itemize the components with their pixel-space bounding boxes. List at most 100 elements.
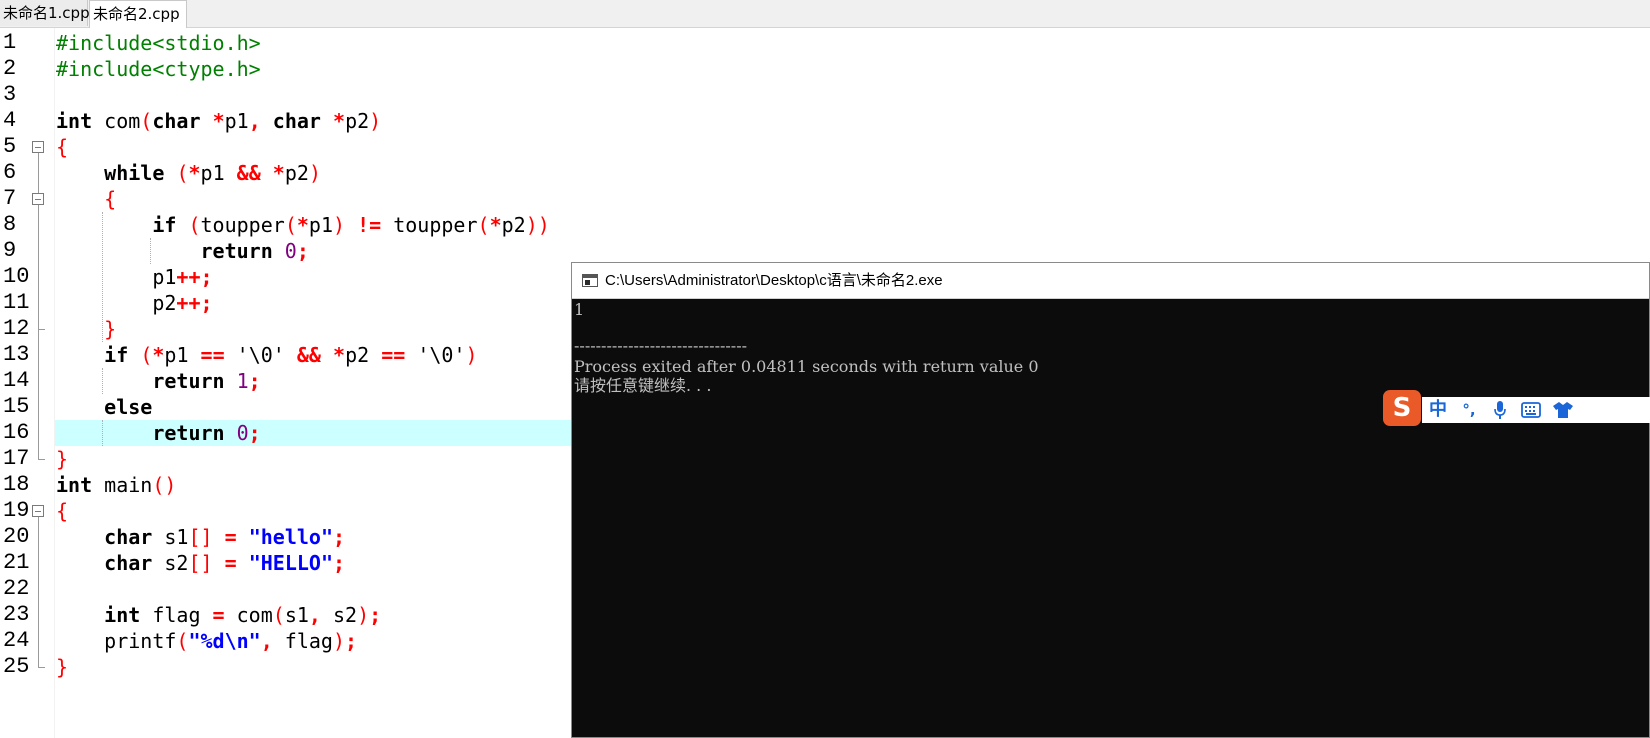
code-token: #include<stdio.h> <box>56 31 261 55</box>
console-app-icon <box>582 274 598 287</box>
sogou-logo-icon[interactable]: S <box>1383 390 1421 426</box>
code-token: ++; <box>176 265 213 289</box>
code-token: { <box>104 187 117 211</box>
code-token: '\0' <box>236 343 285 367</box>
code-token: #include<ctype.h> <box>56 57 261 81</box>
code-token: ( <box>176 629 189 653</box>
code-token: p2 <box>345 109 370 133</box>
code-line: printf("%d\n", flag); <box>56 628 357 654</box>
code-token: () <box>152 473 177 497</box>
code-token: p1 <box>200 161 237 185</box>
code-line: } <box>56 316 116 342</box>
console-exit-message: Process exited after 0.04811 seconds wit… <box>574 357 1039 376</box>
fold-end-marker <box>38 459 45 460</box>
code-token: ; <box>333 525 346 549</box>
code-token: = <box>224 525 237 549</box>
code-token: = <box>212 603 225 627</box>
code-token: int <box>104 603 141 627</box>
console-prompt: 请按任意键继续. . . <box>574 376 712 395</box>
indent-guide <box>102 212 103 342</box>
code-token: [] <box>188 551 213 575</box>
line-number: 12 <box>3 316 30 341</box>
microphone-icon[interactable] <box>1486 397 1514 423</box>
code-token: , <box>308 603 321 627</box>
console-separator: -------------------------------- <box>574 336 747 355</box>
code-token: ) <box>308 161 321 185</box>
code-token: ( <box>188 213 201 237</box>
fold-toggle-icon[interactable] <box>32 193 44 205</box>
tab-file-2[interactable]: 未命名2.cpp <box>89 0 187 28</box>
code-token: s1 <box>152 525 189 549</box>
code-token: char <box>152 109 201 133</box>
code-line: } <box>56 654 68 680</box>
code-token: 0 <box>236 421 249 445</box>
code-token: char <box>104 525 153 549</box>
code-token: int <box>56 109 93 133</box>
tab-file-1[interactable]: 未命名1.cpp <box>0 0 90 26</box>
line-number: 18 <box>3 472 30 497</box>
code-token: == <box>381 343 406 367</box>
code-line: else <box>56 394 152 420</box>
code-line: p2++; <box>56 290 212 316</box>
code-token: toupper <box>200 213 285 237</box>
line-number: 8 <box>3 212 17 237</box>
indent-guide <box>150 238 151 264</box>
code-token: return <box>152 369 225 393</box>
code-token: * <box>296 213 309 237</box>
code-token: flag <box>272 629 333 653</box>
code-token: ; <box>248 421 261 445</box>
code-token: ( <box>176 161 189 185</box>
fold-guide-line <box>38 205 39 329</box>
ime-punct-toggle[interactable]: °, <box>1454 397 1484 423</box>
console-window[interactable]: C:\Users\Administrator\Desktop\c语言\未命名2.… <box>571 262 1650 738</box>
code-token: } <box>56 655 69 679</box>
code-token: "%d\n" <box>188 629 261 653</box>
code-token: ) <box>332 629 346 653</box>
console-title-bar[interactable]: C:\Users\Administrator\Desktop\c语言\未命名2.… <box>572 263 1649 299</box>
code-token: p1 <box>164 343 201 367</box>
code-line: { <box>56 498 68 524</box>
code-token: ) <box>369 109 382 133</box>
code-token: int <box>56 473 93 497</box>
skin-icon[interactable] <box>1548 397 1578 423</box>
code-token: char <box>272 109 321 133</box>
ime-mode-toggle[interactable]: 中 <box>1424 397 1452 423</box>
line-number: 7 <box>3 186 17 211</box>
fold-end-marker <box>38 329 45 330</box>
code-token: s2 <box>152 551 189 575</box>
code-token: char <box>104 551 153 575</box>
code-token: = <box>224 551 237 575</box>
code-token: , <box>260 629 273 653</box>
code-line: return 0; <box>56 420 261 446</box>
console-result-line: 1 <box>574 300 585 319</box>
code-token: com <box>224 603 273 627</box>
line-number-gutter: 1 2 3 4 5 6 7 8 9 10 11 12 13 14 15 16 17 18 19 20 21 22 23 24 2… <box>0 28 55 738</box>
code-line: #include<stdio.h> <box>56 30 261 56</box>
code-token: s1 <box>284 603 309 627</box>
code-token: == <box>200 343 225 367</box>
fold-toggle-icon[interactable] <box>32 141 44 153</box>
code-line: return 0; <box>56 238 309 264</box>
code-line: return 1; <box>56 368 260 394</box>
code-token: ; <box>296 239 309 263</box>
code-token: * <box>333 343 346 367</box>
console-output: 1 -------------------------------- Proce… <box>572 299 1649 737</box>
code-token: ) <box>465 343 478 367</box>
fold-toggle-icon[interactable] <box>32 505 44 517</box>
code-token: toupper <box>381 213 478 237</box>
keyboard-icon[interactable] <box>1516 397 1546 423</box>
